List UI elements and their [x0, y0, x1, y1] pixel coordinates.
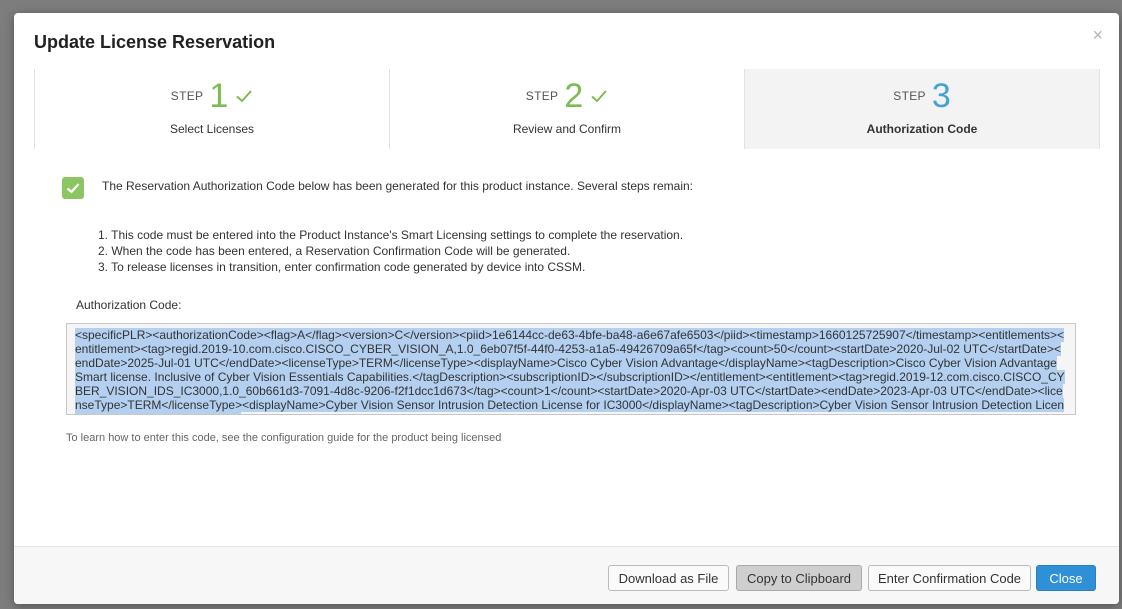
step-word: STEP: [170, 89, 204, 103]
success-check-icon: [62, 177, 84, 199]
update-license-reservation-dialog: Update License Reservation × STEP 1 Sele…: [14, 13, 1119, 604]
authorization-code-label: Authorization Code:: [76, 298, 182, 312]
copy-to-clipboard-button[interactable]: Copy to Clipboard: [736, 565, 862, 591]
instruction-list: 1. This code must be entered into the Pr…: [98, 227, 683, 275]
intro-message: The Reservation Authorization Code below…: [102, 179, 694, 193]
step-label: Authorization Code: [866, 122, 978, 136]
authorization-code-text: <specificPLR><authorizationCode><flag>A<…: [75, 328, 1065, 414]
step-number: 3: [931, 77, 951, 115]
dialog-footer: Download as File Copy to Clipboard Enter…: [14, 546, 1119, 604]
instruction-item: 3. To release licenses in transition, en…: [98, 260, 586, 274]
instruction-item: 2. When the code has been entered, a Res…: [98, 244, 571, 258]
step-select-licenses: STEP 1 Select Licenses: [34, 69, 389, 149]
step-label: Select Licenses: [169, 122, 255, 136]
check-icon: [591, 90, 607, 103]
step-authorization-code: STEP 3 Authorization Code: [744, 69, 1100, 149]
step-label: Review and Confirm: [512, 122, 622, 136]
close-icon[interactable]: ×: [1092, 25, 1103, 45]
step-word: STEP: [525, 89, 559, 103]
step-word: STEP: [893, 89, 926, 103]
enter-confirmation-code-button[interactable]: Enter Confirmation Code: [868, 565, 1031, 591]
wizard-steps: STEP 1 Select Licenses STEP 2 Review and…: [34, 69, 1100, 149]
step-review-confirm: STEP 2 Review and Confirm: [389, 69, 744, 149]
instruction-item: 1. This code must be entered into the Pr…: [98, 228, 684, 242]
step-number: 2: [564, 77, 584, 115]
dialog-title: Update License Reservation: [34, 32, 276, 52]
help-text: To learn how to enter this code, see the…: [66, 432, 502, 444]
check-icon: [236, 90, 252, 103]
close-button[interactable]: Close: [1036, 565, 1096, 591]
step-number: 1: [209, 77, 229, 115]
authorization-code-textarea[interactable]: <specificPLR><authorizationCode><flag>A<…: [66, 323, 1076, 415]
download-as-file-button[interactable]: Download as File: [608, 565, 729, 591]
